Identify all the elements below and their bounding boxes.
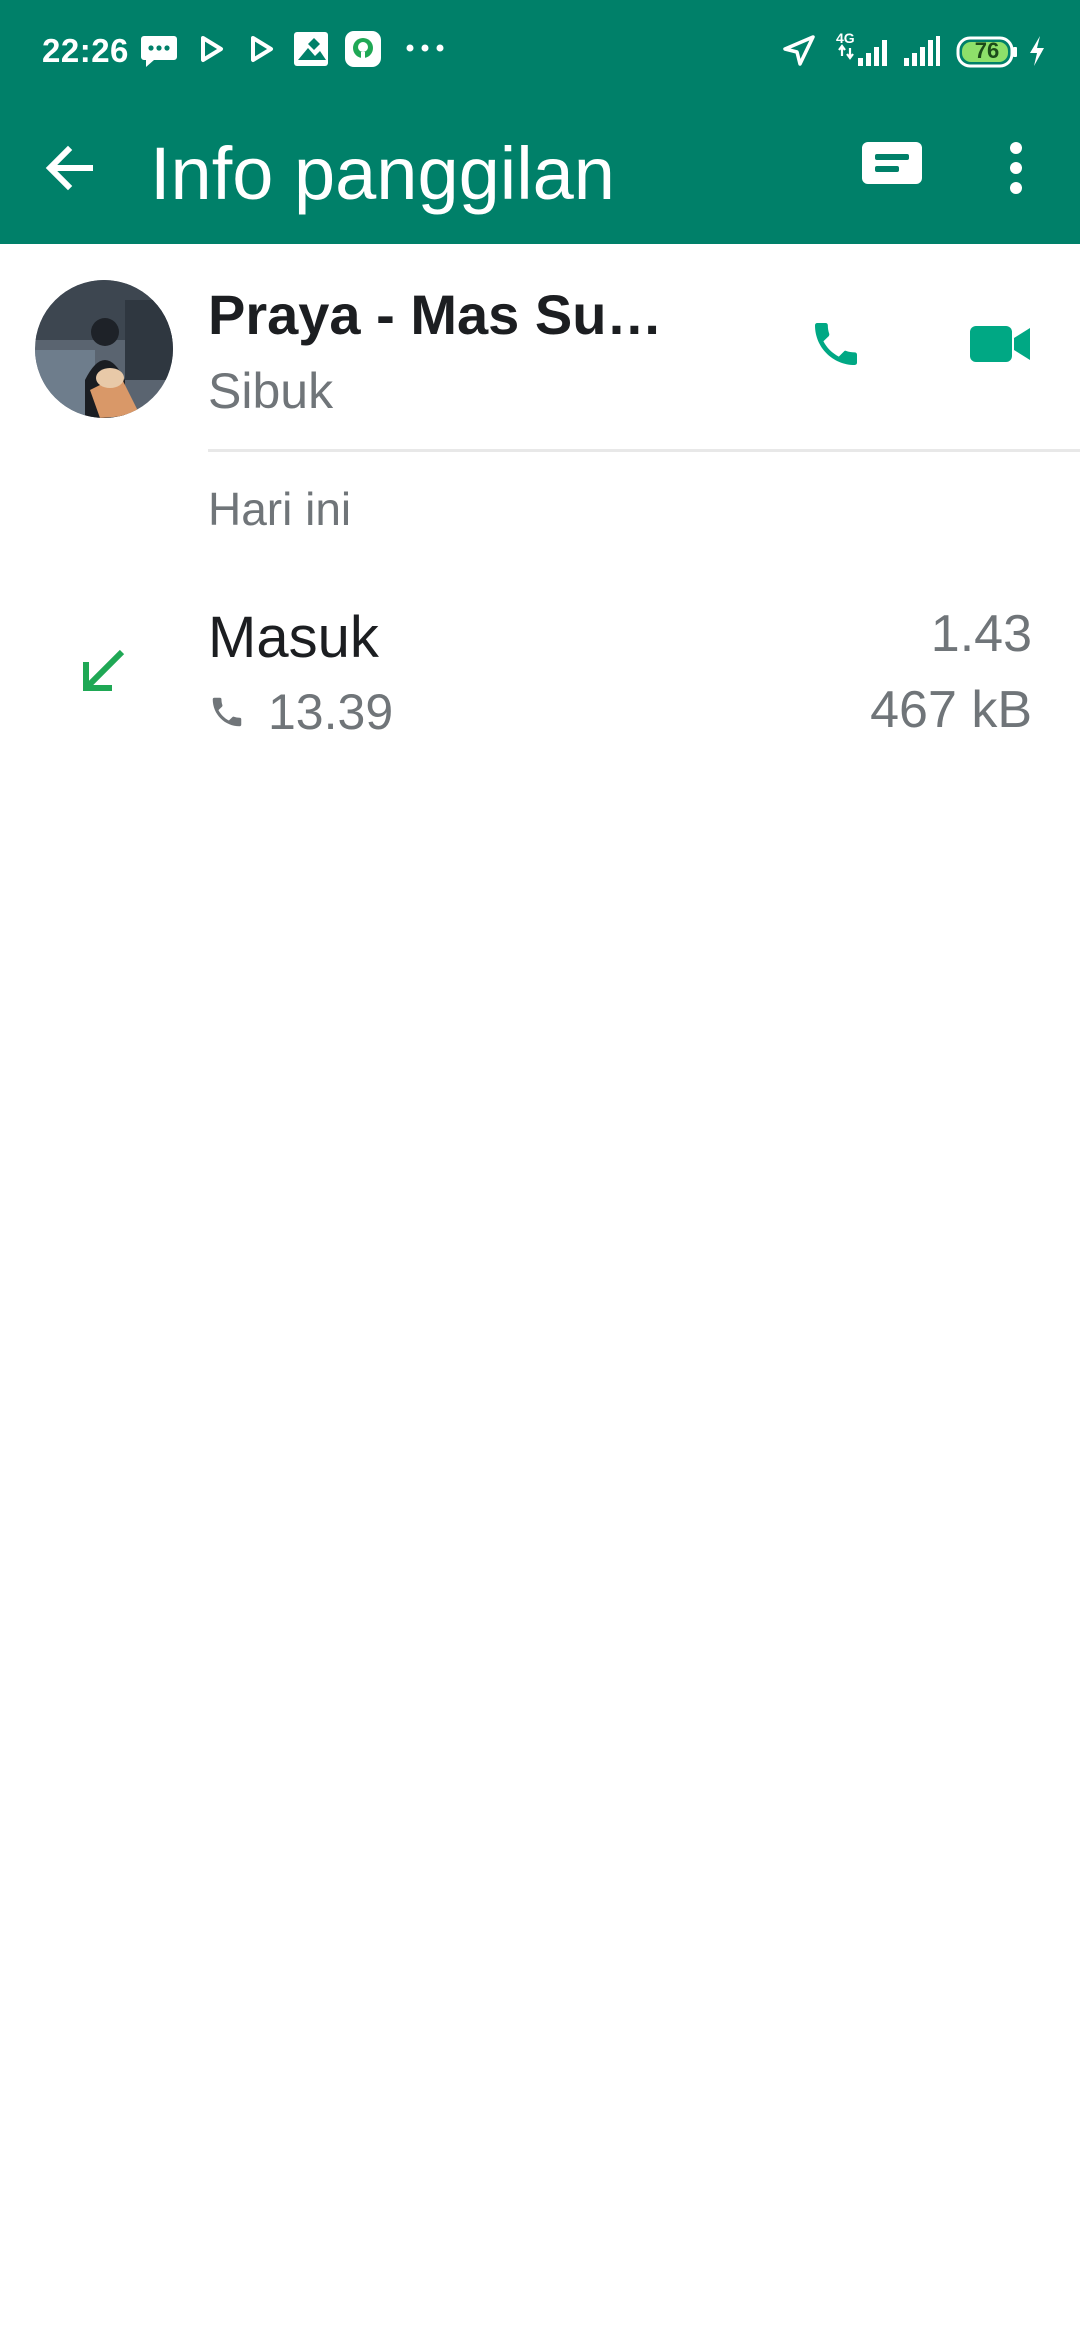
back-arrow-icon[interactable] [42, 140, 98, 201]
play-icon [250, 34, 274, 69]
message-icon[interactable] [860, 138, 924, 199]
location-arrow-icon [782, 34, 816, 73]
contact-header[interactable]: Praya - Mas Su… Sibuk [0, 244, 1080, 450]
divider [208, 449, 1080, 452]
photo-icon [292, 30, 330, 73]
contact-status: Sibuk [208, 363, 334, 419]
charging-icon [1026, 34, 1048, 73]
section-label: Hari ini [208, 483, 352, 535]
app-bar: Info panggilan [0, 104, 1080, 244]
signal-icon [902, 34, 942, 73]
message-icon [140, 34, 178, 73]
incoming-arrow-icon [78, 646, 128, 701]
more-vert-icon[interactable] [1000, 138, 1032, 203]
call-data-size: 467 kB [870, 681, 1032, 739]
more-dots-icon [405, 40, 445, 58]
battery-level: 76 [974, 38, 1000, 63]
call-time: 13.39 [268, 684, 394, 740]
call-log-item: Masuk 13.39 1.43 467 kB [0, 580, 1080, 760]
video-icon[interactable] [968, 322, 1032, 371]
call-time-row: 13.39 [208, 682, 393, 742]
call-duration: 1.43 [930, 605, 1032, 663]
page-title: Info panggilan [150, 132, 615, 215]
contact-name[interactable]: Praya - Mas Su… [208, 282, 662, 347]
status-time: 22:26 [42, 32, 129, 69]
signal-icon [836, 34, 892, 73]
play-icon [200, 34, 224, 69]
phone-icon [208, 693, 246, 731]
app-icon [344, 30, 382, 73]
phone-icon[interactable] [808, 316, 864, 377]
status-bar: 22:26 4G 76 [0, 0, 1080, 104]
call-type: Masuk [208, 605, 379, 670]
avatar[interactable] [35, 280, 173, 418]
